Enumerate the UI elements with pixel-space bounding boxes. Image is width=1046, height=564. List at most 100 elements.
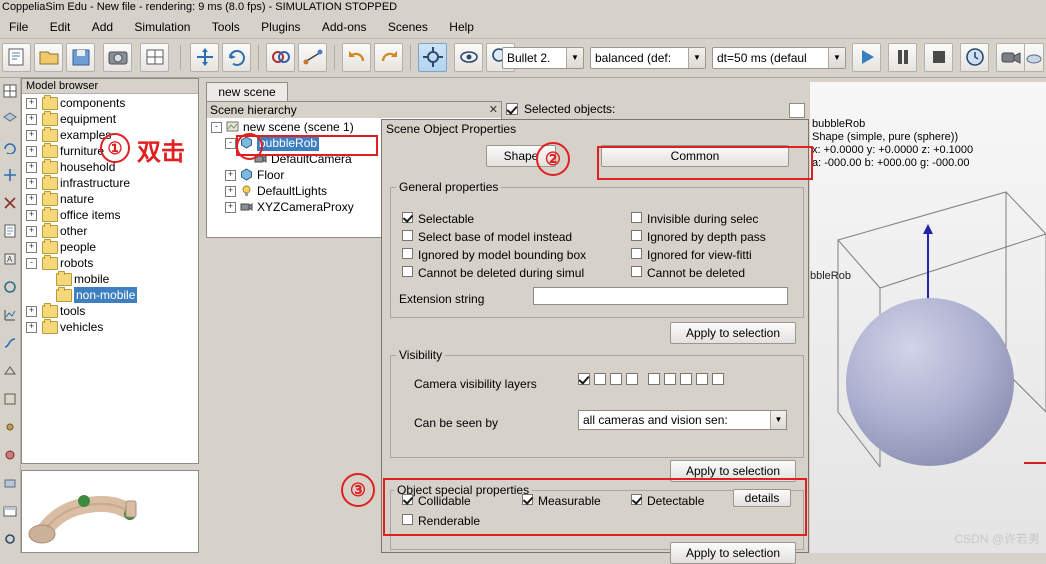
script-icon[interactable] [1, 220, 19, 246]
model-preview-panel[interactable] [21, 470, 199, 553]
collapse-icon[interactable]: - [225, 138, 236, 149]
expand-icon[interactable]: + [26, 210, 37, 221]
checkbox-ignored-by-depth-pass[interactable] [631, 230, 642, 241]
visibility-layers-icon[interactable] [454, 43, 483, 72]
object-translate-left-icon[interactable] [1, 164, 19, 190]
camera-layer-2[interactable] [594, 373, 606, 385]
clock-icon[interactable] [960, 43, 989, 72]
menu-item-add[interactable]: Add [83, 18, 122, 36]
camera-layer-5[interactable] [648, 373, 660, 385]
joint-icon[interactable] [1, 416, 19, 442]
distance-icon[interactable] [298, 43, 327, 72]
model-browser-item[interactable]: + infrastructure [22, 175, 198, 191]
menu-item-plugins[interactable]: Plugins [252, 18, 309, 36]
selected-objects-list[interactable] [789, 103, 805, 118]
model-browser-item[interactable]: + vehicles [22, 319, 198, 335]
checkbox-ignored-by-model-bounding-box[interactable] [402, 248, 413, 259]
chevron-down-icon[interactable]: ▼ [770, 411, 786, 429]
expand-icon[interactable]: + [26, 306, 37, 317]
camera-layer-4[interactable] [626, 373, 638, 385]
expand-icon[interactable]: + [26, 194, 37, 205]
camera-layer-6[interactable] [664, 373, 676, 385]
menu-item-help[interactable]: Help [440, 18, 483, 36]
checkbox-cannot-be-deleted[interactable] [631, 266, 642, 277]
expand-icon[interactable]: + [26, 226, 37, 237]
page-layout-icon[interactable] [1, 80, 19, 106]
collapse-icon[interactable]: - [26, 258, 37, 269]
layers-icon[interactable] [1, 108, 19, 134]
accuracy-combo[interactable]: balanced (def: ▼ [590, 47, 706, 69]
mesh-icon[interactable] [1, 360, 19, 386]
checkbox-select-base-of-model[interactable] [402, 230, 413, 241]
expand-icon[interactable]: + [26, 242, 37, 253]
checkbox-selectable[interactable] [402, 212, 413, 223]
expand-icon[interactable]: + [26, 146, 37, 157]
model-icon[interactable] [1, 472, 19, 498]
expand-icon[interactable]: + [26, 114, 37, 125]
timestep-combo[interactable]: dt=50 ms (defaul ▼ [712, 47, 846, 69]
model-browser-item[interactable]: + nature [22, 191, 198, 207]
apply-to-selection-button-1[interactable]: Apply to selection [670, 322, 796, 344]
camera-layer-9[interactable] [712, 373, 724, 385]
expand-icon[interactable]: + [26, 322, 37, 333]
checkbox-ignored-for-view-fitting[interactable] [631, 248, 642, 259]
chevron-down-icon[interactable]: ▼ [688, 48, 705, 68]
checkbox-invisible-during-selection[interactable] [631, 212, 642, 223]
model-browser-item[interactable]: mobile [22, 271, 198, 287]
scene-3d-view[interactable]: bubbleRob Shape (simple, pure (sphere)) … [810, 82, 1046, 553]
video-recorder-icon[interactable] [996, 43, 1025, 72]
open-file-icon[interactable] [34, 43, 63, 72]
selected-objects-checkbox[interactable] [506, 103, 518, 115]
user-interface-icon[interactable] [1, 500, 19, 526]
expand-icon[interactable]: + [225, 202, 236, 213]
menu-item-simulation[interactable]: Simulation [125, 18, 199, 36]
expand-icon[interactable]: + [26, 98, 37, 109]
expand-icon[interactable]: + [225, 186, 236, 197]
model-browser-item[interactable]: non-mobile [22, 287, 198, 303]
dummy-icon[interactable] [1, 444, 19, 470]
object-rotate-left-icon[interactable] [1, 136, 19, 162]
settings-left-icon[interactable] [1, 528, 19, 554]
model-browser-item[interactable]: - robots [22, 255, 198, 271]
graph-icon[interactable] [1, 304, 19, 330]
model-browser-item[interactable]: + people [22, 239, 198, 255]
object-shift-icon[interactable] [190, 43, 219, 72]
stop-icon[interactable] [924, 43, 953, 72]
save-file-icon[interactable] [66, 43, 95, 72]
expand-icon[interactable]: + [225, 170, 236, 181]
expand-icon[interactable]: + [26, 178, 37, 189]
chevron-down-icon[interactable]: ▼ [828, 48, 845, 68]
model-browser-item[interactable]: + equipment [22, 111, 198, 127]
menu-item-edit[interactable]: Edit [41, 18, 80, 36]
texture-icon[interactable] [1, 388, 19, 414]
pause-icon[interactable] [888, 43, 917, 72]
collision-icon[interactable] [266, 43, 295, 72]
play-icon[interactable] [852, 43, 881, 72]
menu-item-file[interactable]: File [0, 18, 37, 36]
object-rotate-icon[interactable] [222, 43, 251, 72]
page-selector-icon[interactable] [140, 43, 169, 72]
camera-layer-3[interactable] [610, 373, 622, 385]
settings-icon[interactable] [418, 43, 447, 72]
sensor-icon[interactable] [1, 276, 19, 302]
new-scene-icon[interactable] [2, 43, 31, 72]
model-browser-item[interactable]: + components [22, 95, 198, 111]
undo-icon[interactable] [342, 43, 371, 72]
checkbox-cannot-be-deleted-during-sim[interactable] [402, 266, 413, 277]
model-browser-item[interactable]: + office items [22, 207, 198, 223]
scene-tab[interactable]: new scene [206, 82, 288, 101]
menu-item-tools[interactable]: Tools [203, 18, 249, 36]
camera-layer-8[interactable] [696, 373, 708, 385]
collapse-icon[interactable]: - [211, 122, 222, 133]
menu-item-scenes[interactable]: Scenes [379, 18, 437, 36]
calculation-icon[interactable]: A [1, 248, 19, 274]
redo-icon[interactable] [374, 43, 403, 72]
chevron-down-icon[interactable]: ▼ [566, 48, 583, 68]
cross-tool-icon[interactable] [1, 192, 19, 218]
close-icon[interactable]: ✕ [489, 102, 498, 118]
cloud-icon[interactable] [1024, 43, 1044, 72]
camera-layer-7[interactable] [680, 373, 692, 385]
camera-layer-1[interactable] [578, 373, 590, 385]
camera-icon[interactable] [103, 43, 132, 72]
model-browser-item[interactable]: + other [22, 223, 198, 239]
